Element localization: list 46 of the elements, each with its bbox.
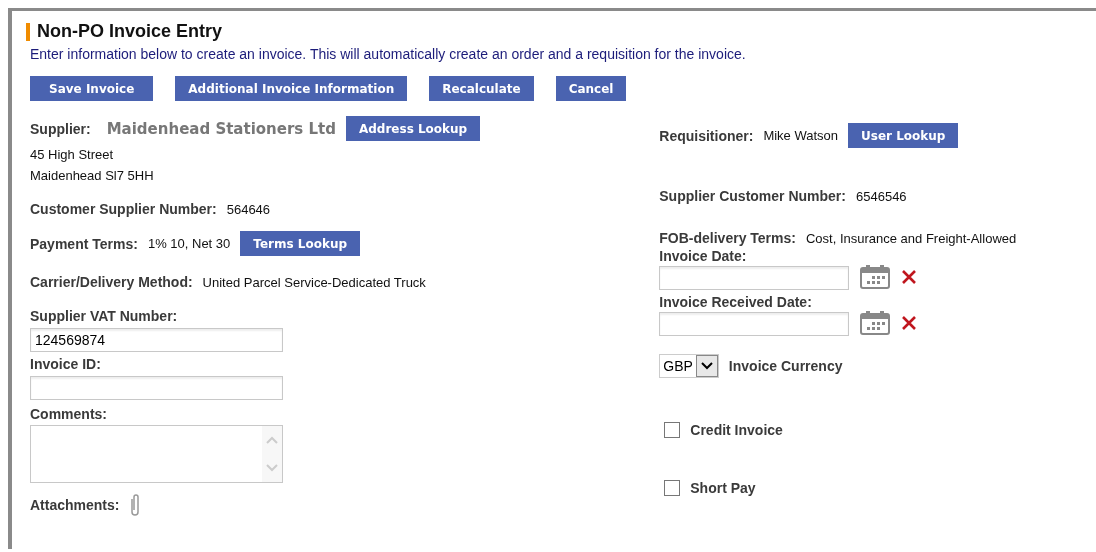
field-label: Supplier VAT Number:	[30, 308, 179, 324]
field-label: Customer Supplier Number:	[30, 201, 217, 217]
date-field[interactable]	[659, 312, 850, 336]
field-value: United Parcel Service-Dedicated Truck	[202, 274, 426, 290]
action-button[interactable]: Cancel	[555, 76, 627, 101]
field-label: Attachments:	[30, 497, 120, 513]
checkbox-label: Short Pay	[690, 480, 756, 496]
field-label: Payment Terms:	[30, 235, 138, 252]
field-label: Invoice Currency	[728, 358, 843, 374]
input-field[interactable]: 124569874	[30, 328, 283, 352]
field-value: 564646	[226, 201, 271, 217]
date-field[interactable]	[659, 266, 850, 290]
address-lookup-button[interactable]: Address Lookup	[345, 116, 481, 141]
page-title: Non-PO Invoice Entry	[37, 21, 223, 42]
lookup-button[interactable]: User Lookup	[848, 123, 959, 148]
field-label: Invoice Received Date:	[659, 294, 813, 310]
calendar-icon[interactable]	[859, 310, 892, 336]
field-value: 1% 10, Net 30	[147, 236, 231, 251]
action-button[interactable]: Recalculate	[429, 76, 534, 101]
clear-icon[interactable]	[901, 315, 918, 331]
supplier-label: Supplier:	[30, 120, 91, 137]
action-button[interactable]: Additional Invoice Information	[175, 76, 408, 101]
lookup-button[interactable]: Terms Lookup	[240, 231, 361, 256]
checkbox[interactable]	[664, 480, 681, 496]
field-value: Mike Watson	[763, 128, 839, 143]
input-field[interactable]	[30, 376, 283, 400]
address-line: 45 High Street	[30, 147, 115, 162]
intro-text: Enter information below to create an invoice. This will automatically create an order and a requisition for the invoice.	[30, 46, 747, 62]
field-value: 6546546	[856, 188, 907, 204]
clear-icon[interactable]	[901, 269, 918, 285]
field-label: FOB-delivery Terms:	[659, 230, 796, 246]
supplier-name: Maidenhead Stationers Ltd	[106, 119, 336, 138]
action-button[interactable]: Save Invoice	[30, 76, 154, 101]
field-label: Invoice ID:	[30, 356, 102, 372]
calendar-icon[interactable]	[859, 264, 892, 290]
paperclip-icon[interactable]	[129, 493, 142, 517]
field-value: Cost, Insurance and Freight-Allowed	[805, 230, 1017, 246]
currency-dropdown[interactable]: GBP	[659, 354, 719, 378]
address-line: Maidenhead Sl7 5HH	[30, 168, 155, 183]
field-label: Supplier Customer Number:	[659, 188, 846, 204]
field-label: Comments:	[30, 406, 108, 422]
checkbox-label: Credit Invoice	[690, 422, 783, 438]
checkbox[interactable]	[664, 422, 681, 438]
field-label: Carrier/Delivery Method:	[30, 274, 193, 290]
field-label: Requisitioner:	[659, 127, 754, 144]
field-label: Invoice Date:	[659, 248, 748, 264]
